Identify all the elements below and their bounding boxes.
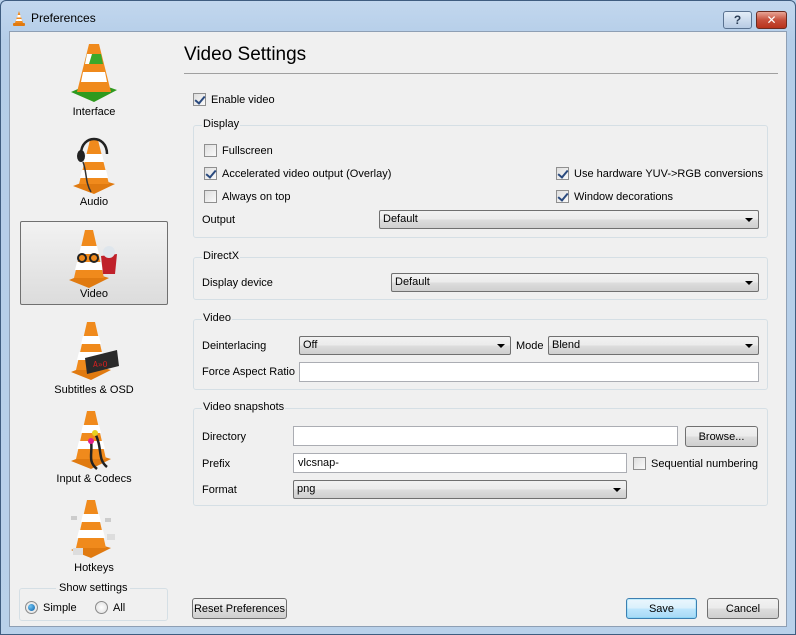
display-device-select[interactable]: Default [391,273,759,292]
checkbox-checked[interactable] [204,167,217,180]
dropdown-arrow-icon [745,344,753,348]
directory-label: Directory [202,431,247,443]
aspect-ratio-label: Force Aspect Ratio [202,366,295,378]
show-settings-title: Show settings [56,582,131,594]
display-device-label: Display device [202,277,273,289]
category-interface[interactable]: Interface [20,38,168,122]
checkbox-unchecked[interactable] [204,190,217,203]
group-title: Video [202,312,232,324]
radio-button-selected[interactable] [25,601,38,614]
preferences-window: Preferences ? ✕ Interface Audio Video A»… [0,0,796,635]
dialog-body: Interface Audio Video A»O Subtitles & OS… [9,31,787,627]
checkbox-checked[interactable] [193,93,206,106]
dropdown-arrow-icon [613,488,621,492]
category-label: Audio [79,196,109,208]
directx-group: DirectX Display device Default [193,250,768,300]
title-bar[interactable]: Preferences ? ✕ [1,1,795,31]
accelerated-output-checkbox[interactable]: Accelerated video output (Overlay) [204,167,391,180]
category-label: Interface [72,106,116,118]
title-divider [184,73,778,74]
radio-label: All [113,601,126,614]
video-group: Video Deinterlacing Off Mode Blend Force… [193,312,768,390]
dropdown-arrow-icon [745,281,753,285]
output-select[interactable]: Default [379,210,759,229]
dropdown-arrow-icon [497,344,505,348]
group-title: Video snapshots [202,401,286,413]
vlc-cone-subtitles-icon: A»O [71,322,119,380]
prefix-label: Prefix [202,458,231,470]
cancel-button[interactable]: Cancel [707,598,779,619]
hw-yuv-checkbox[interactable]: Use hardware YUV->RGB conversions [556,167,763,180]
checkbox-label: Always on top [222,190,291,203]
checkbox-label: Accelerated video output (Overlay) [222,167,392,180]
radio-label: Simple [43,601,77,614]
group-title: DirectX [202,250,241,262]
mode-label: Mode [516,340,544,352]
aspect-ratio-input[interactable] [299,362,759,382]
mode-value: Blend [552,339,581,351]
category-label: Subtitles & OSD [54,384,134,396]
fullscreen-checkbox[interactable]: Fullscreen [204,144,273,157]
vlc-cone-interface-icon [71,44,117,102]
display-group: Display Fullscreen Accelerated video out… [193,118,768,238]
deinterlacing-label: Deinterlacing [202,340,267,352]
display-device-value: Default [395,276,430,288]
format-select[interactable]: png [293,480,627,499]
sequential-numbering-checkbox[interactable]: Sequential numbering [633,457,758,470]
checkbox-label: Window decorations [574,190,674,203]
checkbox-label: Enable video [211,93,275,106]
category-label: Input & Codecs [56,473,132,485]
window-title: Preferences [31,11,96,25]
vlc-cone-video-icon [69,230,117,288]
deinterlacing-select[interactable]: Off [299,336,511,355]
help-icon: ? [733,13,742,27]
vlc-cone-icon [13,11,25,26]
browse-button[interactable]: Browse... [685,426,758,447]
prefix-input[interactable]: vlcsnap- [293,453,627,473]
category-subtitles-osd[interactable]: A»O Subtitles & OSD [20,316,168,400]
video-snapshots-group: Video snapshots Directory Browse... Pref… [193,401,768,506]
format-value: png [297,483,316,495]
checkbox-label: Sequential numbering [651,457,759,470]
deinterlacing-value: Off [303,339,318,351]
category-sidebar: Interface Audio Video A»O Subtitles & OS… [10,32,176,626]
category-input-codecs[interactable]: Input & Codecs [20,405,168,489]
radio-simple[interactable]: Simple [25,601,77,614]
group-title: Display [202,118,241,130]
category-audio[interactable]: Audio [20,128,168,212]
radio-all[interactable]: All [95,601,125,614]
always-on-top-checkbox[interactable]: Always on top [204,190,290,203]
help-button[interactable]: ? [723,11,752,29]
radio-button[interactable] [95,601,108,614]
checkbox-checked[interactable] [556,190,569,203]
checkbox-checked[interactable] [556,167,569,180]
vlc-cone-hotkeys-icon [71,500,115,558]
close-icon: ✕ [766,13,777,27]
window-decorations-checkbox[interactable]: Window decorations [556,190,673,203]
save-button[interactable]: Save [626,598,697,619]
reset-preferences-button[interactable]: Reset Preferences [192,598,287,619]
category-video[interactable]: Video [20,221,168,305]
close-button[interactable]: ✕ [756,11,787,29]
category-label: Hotkeys [74,562,114,574]
svg-text:A»O: A»O [93,360,108,369]
checkbox-label: Fullscreen [222,144,273,157]
mode-select[interactable]: Blend [548,336,759,355]
checkbox-unchecked[interactable] [204,144,217,157]
output-value: Default [383,213,418,225]
checkbox-unchecked[interactable] [633,457,646,470]
output-label: Output [202,214,236,226]
category-hotkeys[interactable]: Hotkeys [20,494,168,578]
settings-panel: Video Settings Enable video Display Full… [184,32,779,626]
dropdown-arrow-icon [745,218,753,222]
enable-video-checkbox[interactable]: Enable video [193,93,275,106]
category-label: Video [80,288,108,300]
checkbox-label: Use hardware YUV->RGB conversions [574,167,764,180]
show-settings-group: Show settings Simple All [19,582,168,621]
vlc-cone-audio-icon [73,137,115,194]
format-label: Format [202,484,237,496]
page-title: Video Settings [184,44,307,65]
vlc-cone-input-icon [71,411,111,470]
directory-input[interactable] [293,426,678,446]
